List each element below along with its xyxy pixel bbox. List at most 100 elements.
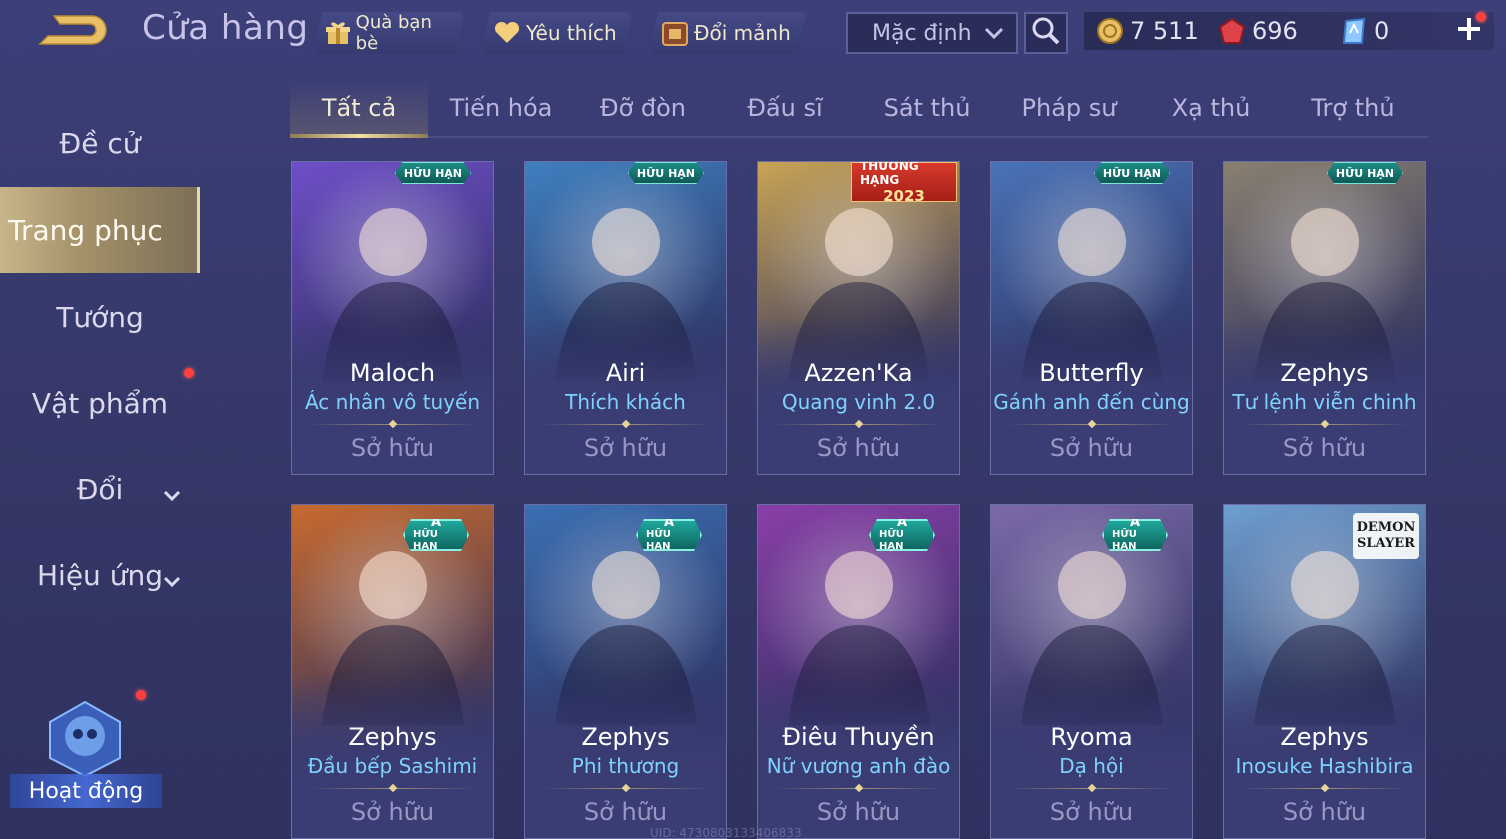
sidebar-item-label: Hiệu ứng: [37, 558, 163, 592]
sidebar-item-exchange[interactable]: Đổi: [0, 446, 200, 532]
card-divider: [774, 783, 943, 793]
skin-card[interactable]: A HỮU HẠN Zephys Phi thương Sở hữu: [524, 504, 727, 839]
skin-name: Tư lệnh viễn chinh: [1232, 390, 1417, 414]
skin-card[interactable]: HỮU HẠN Butterfly Gánh anh đến cùng Sở hữu: [990, 161, 1193, 475]
tab-evolution[interactable]: Tiến hóa: [432, 80, 570, 136]
badge-label: HỮU HẠN: [413, 529, 438, 552]
ownership-status: Sở hữu: [816, 798, 901, 826]
badge-label: HỮU HẠN: [1112, 529, 1137, 552]
badge-label: HỮU HẠN: [646, 529, 671, 552]
skin-card[interactable]: A HỮU HẠN Điêu Thuyền Nữ vương anh đào Sở hữ…: [757, 504, 960, 839]
events-button[interactable]: Hoạt động: [10, 690, 162, 810]
tab-marksman[interactable]: Xạ thủ: [1142, 80, 1280, 136]
skin-card[interactable]: A HỮU HẠN Zephys Đầu bếp Sashimi Sở hữu: [291, 504, 494, 839]
hero-name: Điêu Thuyền: [782, 723, 935, 751]
skin-card[interactable]: HỮU HẠN Airi Thích khách Sở hữu: [524, 161, 727, 475]
tier-badge: A HỮU HẠN: [869, 519, 935, 551]
gold-coin-icon: [1096, 17, 1124, 45]
skin-card[interactable]: THƯỞNG HẠNG 2023 Azzen'Ka Quang vinh 2.0 Sở …: [757, 161, 960, 475]
chevron-down-icon: [982, 22, 1006, 50]
limited-badge: HỮU HẠN: [627, 162, 704, 184]
tab-assassin[interactable]: Sát thủ: [858, 80, 996, 136]
shard-exchange-button[interactable]: Đổi mảnh: [650, 12, 806, 54]
card-divider: [1240, 783, 1409, 793]
skin-name: Thích khách: [565, 390, 686, 414]
hero-name: Zephys: [1280, 359, 1369, 387]
sort-dropdown[interactable]: Mặc định: [846, 12, 1018, 54]
notification-dot: [184, 368, 194, 378]
chest-icon: [660, 18, 690, 48]
sidebar-item-effects[interactable]: Hiệu ứng: [0, 532, 200, 618]
sort-value: Mặc định: [872, 20, 972, 46]
skin-card[interactable]: HỮU HẠN Zephys Tư lệnh viễn chinh Sở hữu: [1223, 161, 1426, 475]
friend-gift-button[interactable]: Quà bạn bè: [314, 12, 464, 54]
ownership-status: Sở hữu: [350, 434, 435, 462]
sidebar-item-label: Đổi: [76, 472, 124, 506]
ranked-reward-badge: THƯỞNG HẠNG 2023: [851, 161, 957, 205]
sidebar-item-items[interactable]: Vật phẩm: [0, 360, 200, 446]
skin-name: Đầu bếp Sashimi: [307, 754, 478, 778]
hero-name: Azzen'Ka: [804, 359, 913, 387]
skin-name: Inosuke Hashibira: [1235, 754, 1414, 778]
card-divider: [1007, 783, 1176, 793]
ownership-status: Sở hữu: [583, 798, 668, 826]
category-tabs: Tất cả Tiến hóa Đỡ đòn Đấu sĩ Sát thủ Ph…: [290, 80, 1428, 138]
badge-year: 2023: [883, 187, 925, 205]
card-divider: [1007, 419, 1176, 429]
skin-card[interactable]: A HỮU HẠN Ryoma Dạ hội Sở hữu: [990, 504, 1193, 839]
notification-dot: [1476, 12, 1486, 22]
limited-badge: HỮU HẠN: [394, 162, 471, 184]
hero-name: Zephys: [581, 723, 670, 751]
sidebar-item-label: Đề cử: [59, 126, 141, 160]
heart-icon: [492, 18, 522, 48]
ownership-status: Sở hữu: [1049, 434, 1134, 462]
card-divider: [308, 783, 477, 793]
hero-name: Zephys: [348, 723, 437, 751]
back-arrow-icon: [38, 15, 107, 45]
gold-balance: 7 511: [1096, 12, 1199, 50]
back-button[interactable]: [30, 10, 110, 52]
currency-bar: 7 511 696 0: [1084, 12, 1494, 50]
top-bar: Cửa hàng Quà bạn bè Yêu thích Đổi mảnh M…: [0, 0, 1506, 64]
hero-name: Butterfly: [1039, 359, 1144, 387]
card-divider: [541, 783, 710, 793]
sidebar-item-label: Trang phục: [8, 213, 163, 247]
hero-name: Zephys: [1280, 723, 1369, 751]
limited-badge: HỮU HẠN: [1326, 162, 1403, 184]
gift-icon: [324, 18, 352, 48]
card-divider: [308, 419, 477, 429]
collab-logo-word: DEMON: [1356, 520, 1416, 535]
collab-logo-word: SLAYER: [1357, 536, 1415, 551]
tab-all[interactable]: Tất cả: [290, 80, 428, 138]
hero-name: Airi: [605, 359, 646, 387]
card-divider: [541, 419, 710, 429]
tab-fighter[interactable]: Đấu sĩ: [716, 80, 854, 136]
tab-mage[interactable]: Pháp sư: [1000, 80, 1138, 136]
favorites-button[interactable]: Yêu thích: [482, 12, 632, 54]
tier-badge: A HỮU HẠN: [403, 519, 469, 551]
shard-exchange-label: Đổi mảnh: [694, 21, 791, 45]
sidebar-item-featured[interactable]: Đề cử: [0, 100, 200, 186]
skin-name: Phi thương: [571, 754, 680, 778]
favorites-label: Yêu thích: [526, 21, 617, 45]
chevron-down-icon: [162, 564, 182, 597]
event-mascot-icon: [40, 698, 130, 782]
skin-card[interactable]: HỮU HẠN Maloch Ác nhân vô tuyến Sở hữu: [291, 161, 494, 475]
sidebar-item-skins[interactable]: Trang phục: [0, 187, 200, 273]
ownership-status: Sở hữu: [1049, 798, 1134, 826]
tier-badge: A HỮU HẠN: [636, 519, 702, 551]
events-label: Hoạt động: [10, 774, 162, 808]
ruby-value: 696: [1252, 17, 1298, 45]
skin-card[interactable]: DEMON SLAYER Zephys Inosuke Hashibira Sở hữu: [1223, 504, 1426, 839]
tab-tank[interactable]: Đỡ đòn: [574, 80, 712, 136]
search-button[interactable]: [1024, 12, 1068, 54]
skin-name: Nữ vương anh đào: [766, 754, 951, 778]
hero-name: Maloch: [349, 359, 436, 387]
ownership-status: Sở hữu: [1282, 434, 1367, 462]
tab-support[interactable]: Trợ thủ: [1284, 80, 1422, 136]
add-currency-button[interactable]: [1452, 12, 1486, 46]
badge-label: THƯỞNG HẠNG: [860, 161, 919, 187]
card-divider: [1240, 419, 1409, 429]
gold-value: 7 511: [1130, 17, 1199, 45]
sidebar-item-heroes[interactable]: Tướng: [0, 274, 200, 360]
